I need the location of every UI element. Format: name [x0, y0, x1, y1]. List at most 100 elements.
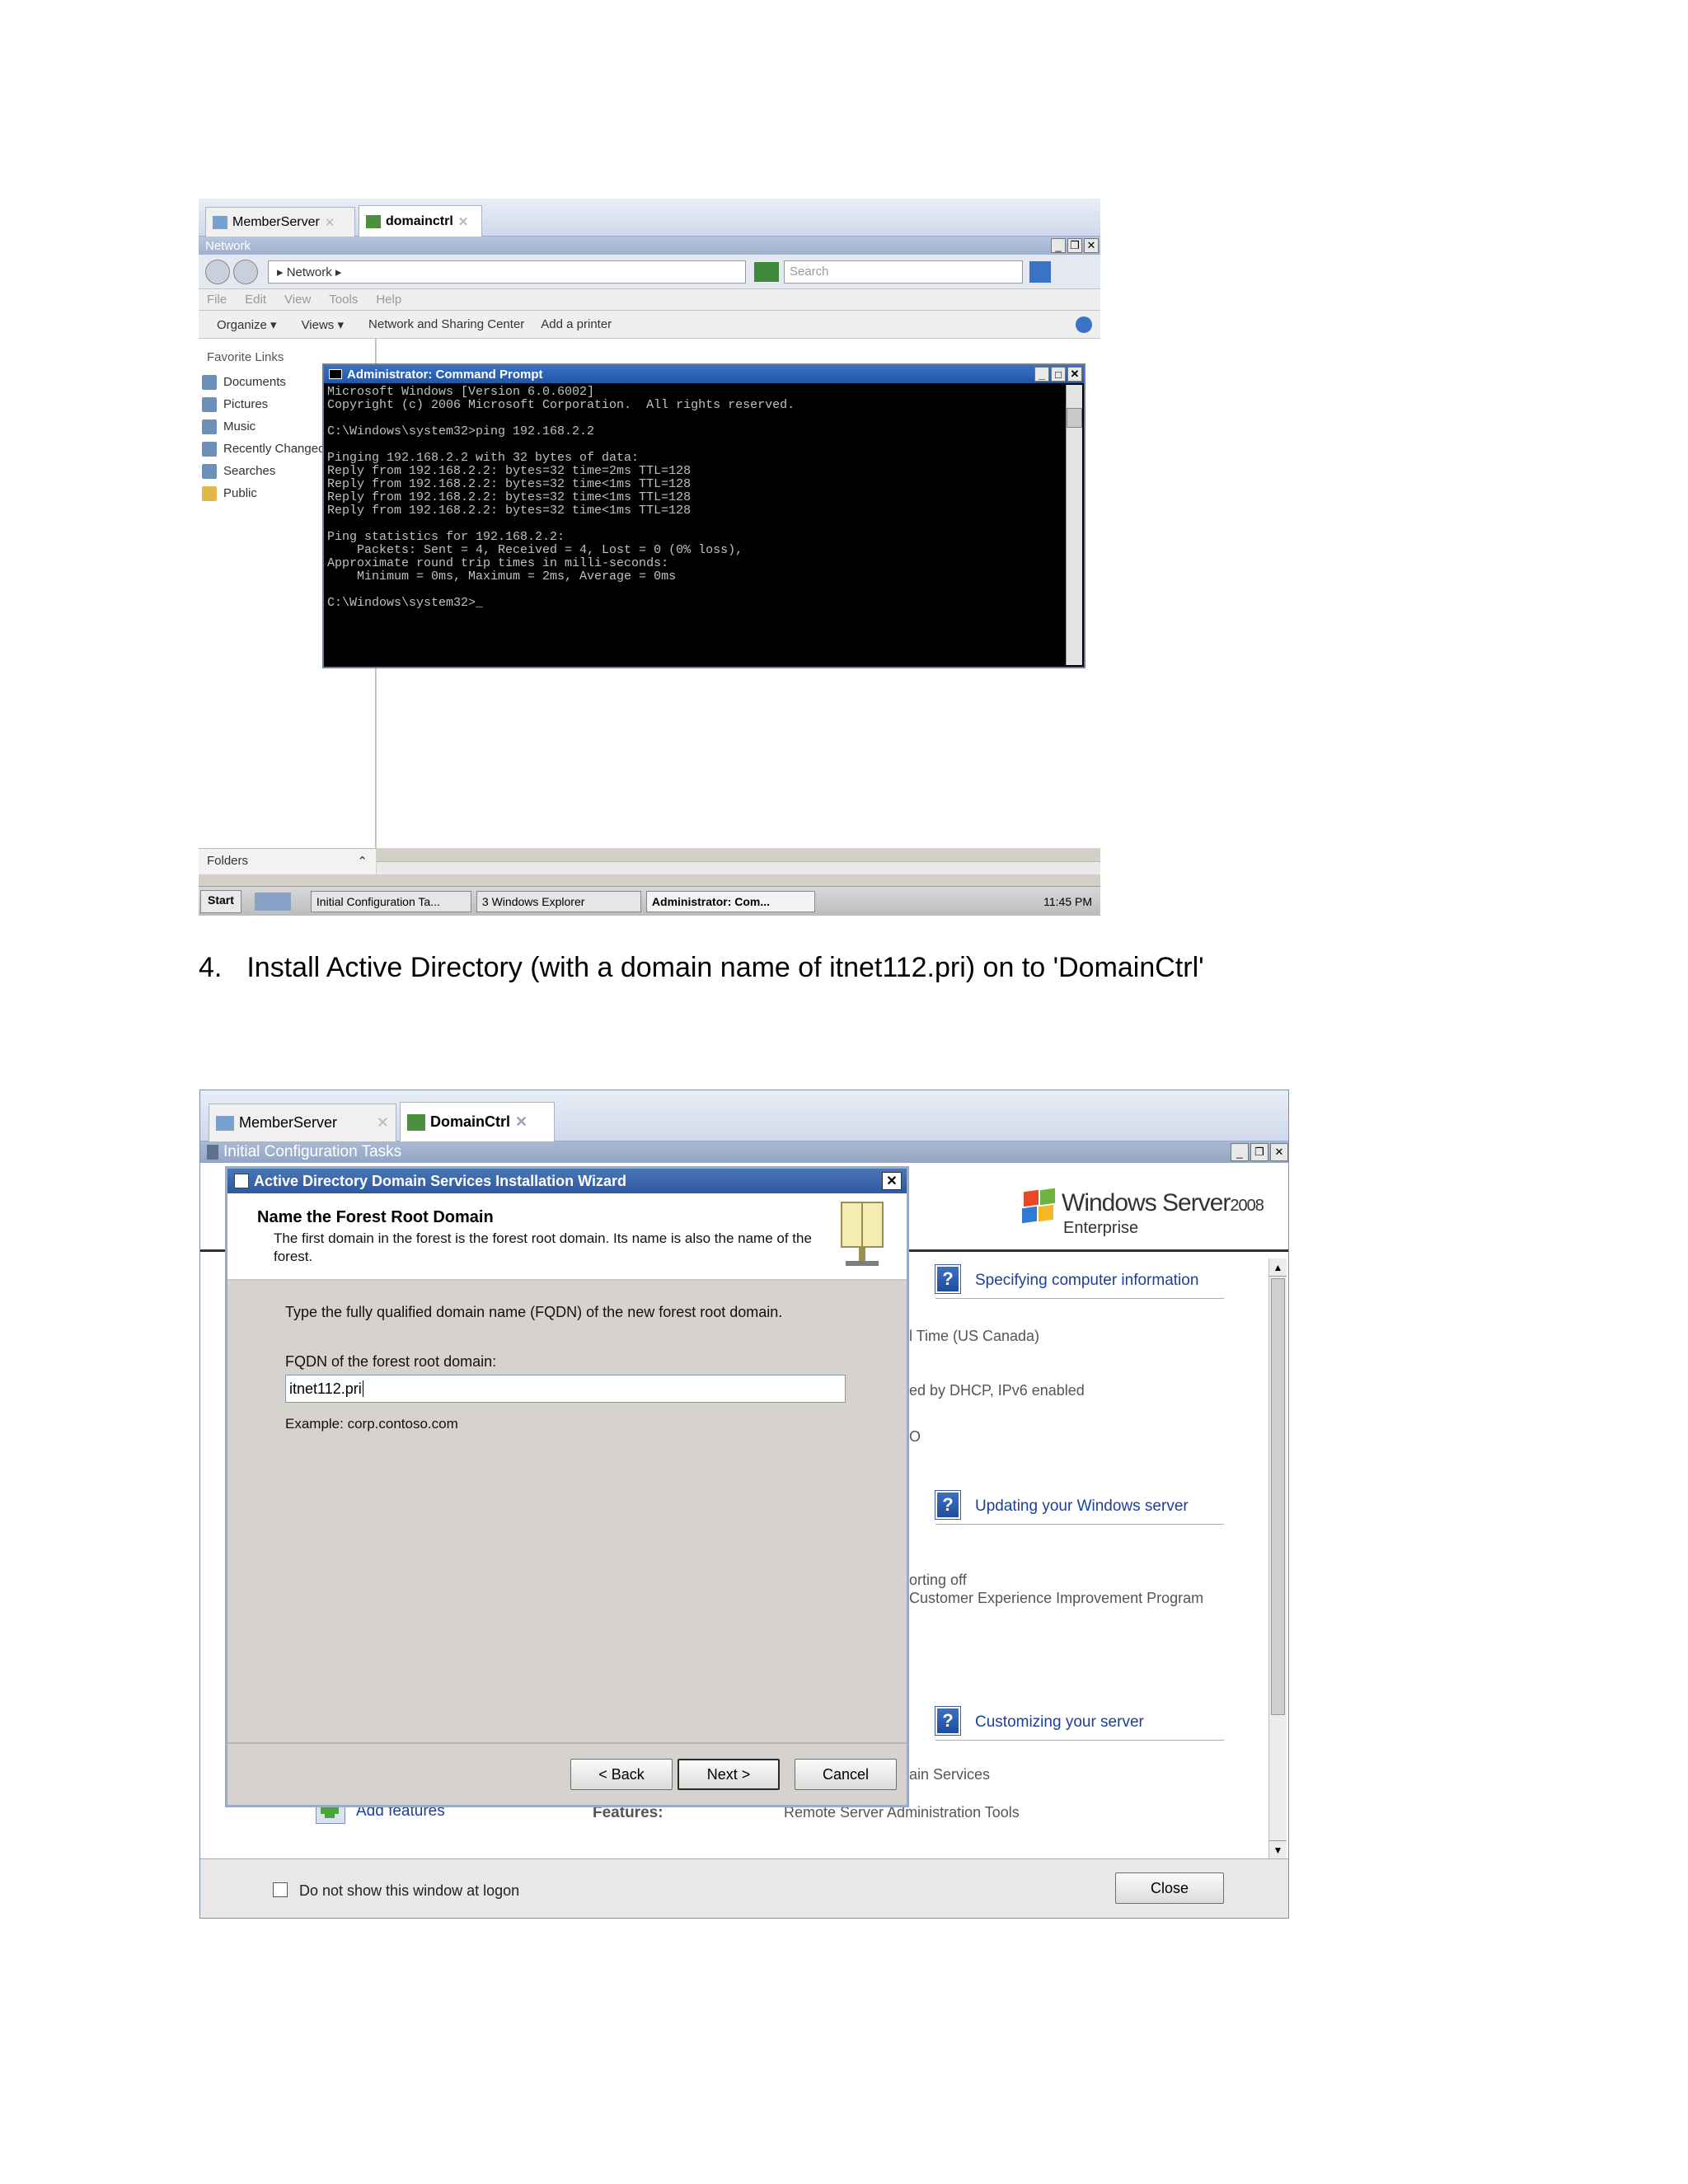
fav-label: Searches [223, 464, 276, 478]
restore-icon[interactable]: ❐ [1250, 1143, 1268, 1161]
back-button[interactable]: < Back [570, 1759, 673, 1790]
task-label: 3 Windows Explorer [481, 894, 585, 908]
minimize-icon[interactable]: _ [1231, 1143, 1249, 1161]
help-icon[interactable] [1076, 316, 1092, 333]
refresh-icon[interactable] [754, 261, 779, 282]
taskbar-item-initial-configuration[interactable]: Initial Configuration Ta... [310, 890, 471, 912]
cmd-line: Packets: Sent = 4, Received = 4, Lost = … [327, 543, 743, 557]
help-icon: ? [935, 1491, 960, 1519]
folders-toggle[interactable]: Folders ⌃ [199, 848, 376, 874]
server-icon [213, 215, 227, 229]
cmd-line: Reply from 192.168.2.2: bytes=32 time<1m… [327, 490, 692, 504]
close-icon[interactable]: ✕ [458, 214, 469, 229]
cmd-output[interactable]: Microsoft Windows [Version 6.0.6002] Copy… [324, 383, 1084, 612]
forward-icon[interactable] [233, 259, 258, 284]
command-prompt-window[interactable]: Administrator: Command Prompt _ □ ✕ Micr… [322, 363, 1085, 668]
close-icon[interactable]: ✕ [1270, 1143, 1288, 1161]
dont-show-checkbox[interactable] [273, 1882, 288, 1897]
folder-icon [202, 441, 217, 457]
views-button[interactable]: Views ▾ [302, 317, 344, 332]
menu-view[interactable]: View [284, 293, 311, 307]
brand-version: 2008 [1230, 1197, 1264, 1215]
tab-domainctrl[interactable]: DomainCtrl ✕ [400, 1102, 555, 1141]
brand-text: Windows Server [1062, 1189, 1231, 1216]
menu-help[interactable]: Help [376, 293, 401, 307]
close-icon[interactable]: ✕ [515, 1113, 528, 1131]
tab-domainctrl[interactable]: domainctrl ✕ [359, 205, 482, 237]
wizard-title: Active Directory Domain Services Install… [254, 1172, 626, 1189]
start-label: Start [208, 893, 234, 907]
menu-file[interactable]: File [207, 293, 227, 307]
tab-memberserver[interactable]: MemberServer ✕ [205, 207, 355, 237]
taskbar-item-windows-explorer[interactable]: 3 Windows Explorer [476, 890, 641, 912]
organize-button[interactable]: Organize ▾ [217, 317, 277, 332]
wizard-header: Name the Forest Root Domain The first do… [227, 1193, 907, 1281]
cmd-line: C:\Windows\system32>_ [327, 596, 484, 610]
tab-memberserver[interactable]: MemberServer ✕ [209, 1104, 396, 1141]
menu-edit[interactable]: Edit [245, 293, 266, 307]
folders-label: Folders [207, 854, 249, 868]
minimize-icon[interactable]: _ [1051, 238, 1066, 253]
step-instruction: 4. Install Active Directory (with a domai… [199, 952, 1204, 984]
tab-label: MemberServer [239, 1114, 338, 1131]
cmd-line [327, 438, 1081, 452]
cmd-titlebar[interactable]: Administrator: Command Prompt _ □ ✕ [324, 365, 1084, 383]
back-icon[interactable] [205, 259, 230, 284]
section-updating[interactable]: Updating your Windows server [975, 1497, 1189, 1516]
close-icon[interactable]: ✕ [882, 1172, 902, 1190]
network-sharing-center-button[interactable]: Network and Sharing Center [368, 317, 524, 331]
scroll-thumb[interactable] [1067, 408, 1082, 428]
horizontal-scrollbar[interactable] [377, 861, 1100, 874]
menu-tools[interactable]: Tools [329, 293, 358, 307]
fqdn-value: itnet112.pri [289, 1380, 362, 1397]
wizard-body: Type the fully qualified domain name (FQ… [227, 1281, 907, 1742]
close-icon[interactable]: ✕ [377, 1114, 389, 1132]
fav-label: Public [223, 486, 257, 500]
minimize-icon[interactable]: _ [1034, 367, 1049, 382]
cmd-line: Approximate round trip times in milli-se… [327, 556, 669, 570]
folder-icon [202, 463, 217, 479]
taskbar-item-command-prompt[interactable]: Administrator: Com... [645, 890, 815, 912]
ict-footer: Do not show this window at logon Close [200, 1858, 1288, 1918]
section-divider [935, 1524, 1224, 1525]
section-customizing[interactable]: Customizing your server [975, 1713, 1144, 1732]
menu-bar: File Edit View Tools Help [199, 289, 1100, 311]
vertical-scrollbar[interactable]: ▲ ▼ [1268, 1258, 1287, 1858]
scroll-thumb[interactable] [1271, 1278, 1285, 1715]
address-bar-row: ▸ Network ▸ Search [199, 255, 1100, 289]
add-printer-button[interactable]: Add a printer [541, 317, 612, 331]
window-controls: _ ❐ ✕ [1231, 1143, 1288, 1161]
close-icon[interactable]: ✕ [325, 215, 335, 230]
wizard-button-row: < Back Next > Cancel [227, 1742, 907, 1805]
command-bar: Organize ▾ Views ▾ Network and Sharing C… [199, 311, 1100, 339]
time-zone-value: l Time (US Canada) [909, 1328, 1040, 1344]
brand-name: Windows Server2008 [1062, 1189, 1264, 1217]
scroll-up-icon[interactable]: ▲ [1269, 1258, 1287, 1277]
scroll-down-icon[interactable]: ▼ [1269, 1840, 1287, 1858]
next-button[interactable]: Next > [678, 1759, 780, 1790]
cancel-button[interactable]: Cancel [795, 1759, 897, 1790]
search-icon[interactable] [1029, 260, 1051, 283]
fav-label: Pictures [223, 397, 269, 411]
dont-show-label: Do not show this window at logon [299, 1882, 520, 1899]
ad-ds-installation-wizard[interactable]: Active Directory Domain Services Install… [225, 1166, 909, 1807]
wizard-titlebar[interactable]: Active Directory Domain Services Install… [227, 1169, 907, 1193]
maximize-icon[interactable]: □ [1051, 367, 1066, 382]
restore-icon[interactable]: ❐ [1067, 238, 1082, 253]
cmd-line [327, 518, 1081, 531]
tab-label: DomainCtrl [430, 1113, 511, 1130]
close-icon[interactable]: ✕ [1084, 238, 1099, 253]
vertical-scrollbar[interactable] [1066, 385, 1082, 665]
screenshot-ad-wizard: MemberServer ✕ DomainCtrl ✕ Initial Conf… [199, 1090, 1289, 1919]
quick-launch[interactable] [254, 892, 291, 911]
close-button[interactable]: Close [1115, 1872, 1224, 1904]
close-icon[interactable]: ✕ [1067, 367, 1082, 382]
wizard-instruction: Type the fully qualified domain name (FQ… [285, 1304, 783, 1320]
section-computer-info[interactable]: Specifying computer information [975, 1272, 1198, 1290]
reporting-value: orting off [909, 1572, 967, 1588]
fqdn-input[interactable]: itnet112.pri [285, 1375, 846, 1403]
start-button[interactable]: Start [200, 889, 241, 913]
computer-name-value: O [909, 1428, 921, 1445]
search-input[interactable]: Search [784, 260, 1023, 284]
address-input[interactable]: ▸ Network ▸ [268, 260, 746, 284]
